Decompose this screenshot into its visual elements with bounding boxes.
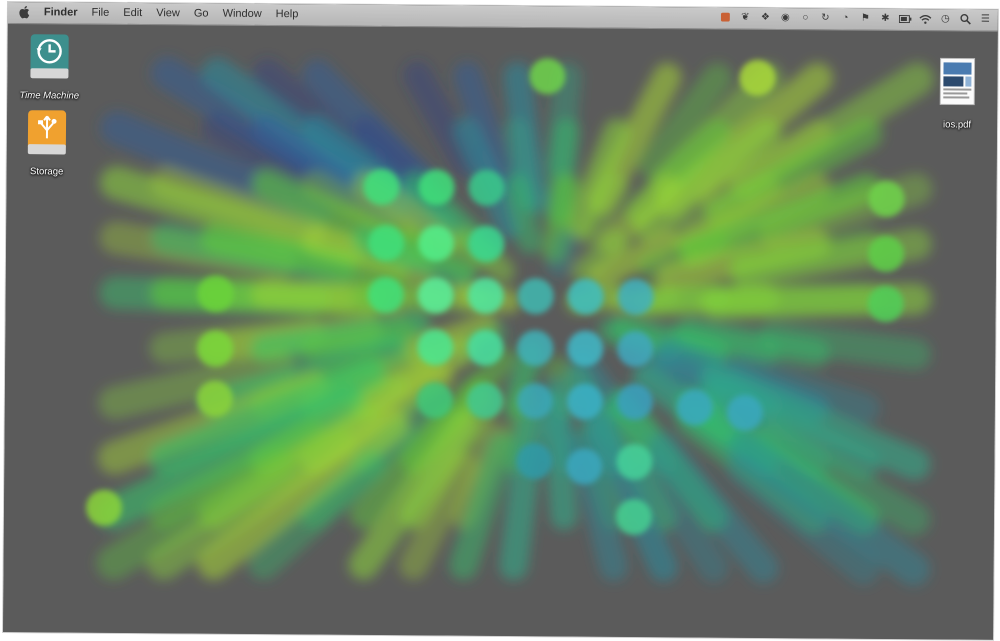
- spotlight-icon[interactable]: [959, 12, 972, 25]
- ios-pdf-file[interactable]: ios.pdf: [919, 57, 996, 131]
- wallpaper-bokeh: [468, 169, 505, 206]
- time-machine-drive[interactable]: Time Machine: [11, 32, 88, 102]
- wallpaper-bokeh: [466, 382, 503, 419]
- wallpaper-bokeh: [726, 394, 763, 431]
- list-icon[interactable]: ☰: [979, 13, 992, 26]
- sync-icon[interactable]: ↻: [819, 11, 832, 24]
- menu-file[interactable]: File: [91, 7, 109, 19]
- wallpaper-streak: [540, 389, 578, 531]
- pdf-document-icon: [939, 57, 976, 106]
- time-machine-icon: [30, 34, 69, 79]
- wallpaper-bokeh: [529, 58, 566, 95]
- wallpaper-bokeh: [567, 330, 604, 367]
- wallpaper-streak: [759, 320, 931, 370]
- clock-icon[interactable]: ◷: [939, 12, 952, 25]
- circle-icon[interactable]: ○: [799, 11, 812, 24]
- wallpaper-bokeh: [867, 285, 904, 322]
- dropbox-icon[interactable]: ❖: [759, 11, 772, 24]
- bluetooth-icon[interactable]: ✱: [879, 12, 892, 25]
- evernote-icon[interactable]: ❦: [739, 11, 752, 24]
- wallpaper-bokeh: [617, 330, 654, 367]
- wallpaper-bokeh: [517, 278, 554, 315]
- menu-edit[interactable]: Edit: [123, 7, 142, 19]
- wallpaper-bokeh: [616, 383, 653, 420]
- wallpaper-bokeh: [617, 278, 654, 315]
- wallpaper-bokeh: [615, 498, 652, 535]
- wallpaper-bokeh: [197, 330, 234, 367]
- wallpaper-bokeh: [86, 489, 123, 526]
- wallpaper-bokeh: [516, 383, 553, 420]
- wallpaper-bokeh: [467, 329, 504, 366]
- usb-drive-icon: [27, 110, 67, 155]
- notification-dot-icon[interactable]: [719, 11, 732, 24]
- wallpaper-bokeh: [417, 277, 454, 314]
- menu-app-name[interactable]: Finder: [44, 6, 78, 18]
- wallpaper-bokeh: [616, 443, 653, 480]
- status-tray: ❦ ❖ ◉ ○ ↻ ◔ ⚑ ✱ ◷ ☰: [719, 11, 992, 26]
- battery-icon[interactable]: [898, 12, 912, 25]
- wallpaper-bokeh: [367, 276, 404, 313]
- wallpaper-bokeh: [418, 169, 455, 206]
- menu-window[interactable]: Window: [223, 8, 262, 20]
- ios-pdf-label: ios.pdf: [943, 119, 972, 131]
- menu-go[interactable]: Go: [194, 7, 209, 19]
- wallpaper-bokeh: [676, 389, 713, 426]
- wallpaper-bokeh: [368, 224, 405, 261]
- menu-view[interactable]: View: [156, 7, 180, 19]
- wallpaper-bokeh: [196, 380, 233, 417]
- wallpaper-bokeh: [566, 448, 603, 485]
- storage-drive[interactable]: Storage: [9, 108, 86, 178]
- wifi-icon[interactable]: [919, 12, 932, 25]
- wallpaper-bokeh: [567, 278, 604, 315]
- wallpaper-streak: [546, 229, 578, 278]
- record-icon[interactable]: ◉: [779, 11, 792, 24]
- apple-icon[interactable]: [18, 5, 30, 19]
- wallpaper-bokeh: [516, 443, 553, 480]
- wallpaper-bokeh: [739, 59, 776, 96]
- wallpaper-bokeh: [868, 180, 905, 217]
- menu-help[interactable]: Help: [276, 8, 299, 20]
- wallpaper-bokeh: [418, 225, 455, 262]
- wallpaper-bokeh: [416, 382, 453, 419]
- wallpaper-streak: [504, 173, 543, 254]
- wallpaper-bokeh: [517, 330, 554, 367]
- wallpaper-bokeh: [467, 277, 504, 314]
- flag-icon[interactable]: ⚑: [859, 12, 872, 25]
- storage-label: Storage: [29, 166, 64, 178]
- pie-icon[interactable]: ◔: [839, 12, 852, 25]
- wallpaper-bokeh: [566, 383, 603, 420]
- wallpaper-bokeh: [363, 168, 400, 205]
- wallpaper: [3, 2, 998, 640]
- desktop-screen: Finder File Edit View Go Window Help ❦ ❖…: [3, 2, 998, 640]
- time-machine-label: Time Machine: [19, 90, 80, 102]
- wallpaper-bokeh: [197, 275, 234, 312]
- wallpaper-bokeh: [868, 235, 905, 272]
- wallpaper-bokeh: [417, 329, 454, 366]
- wallpaper-bokeh: [468, 225, 505, 262]
